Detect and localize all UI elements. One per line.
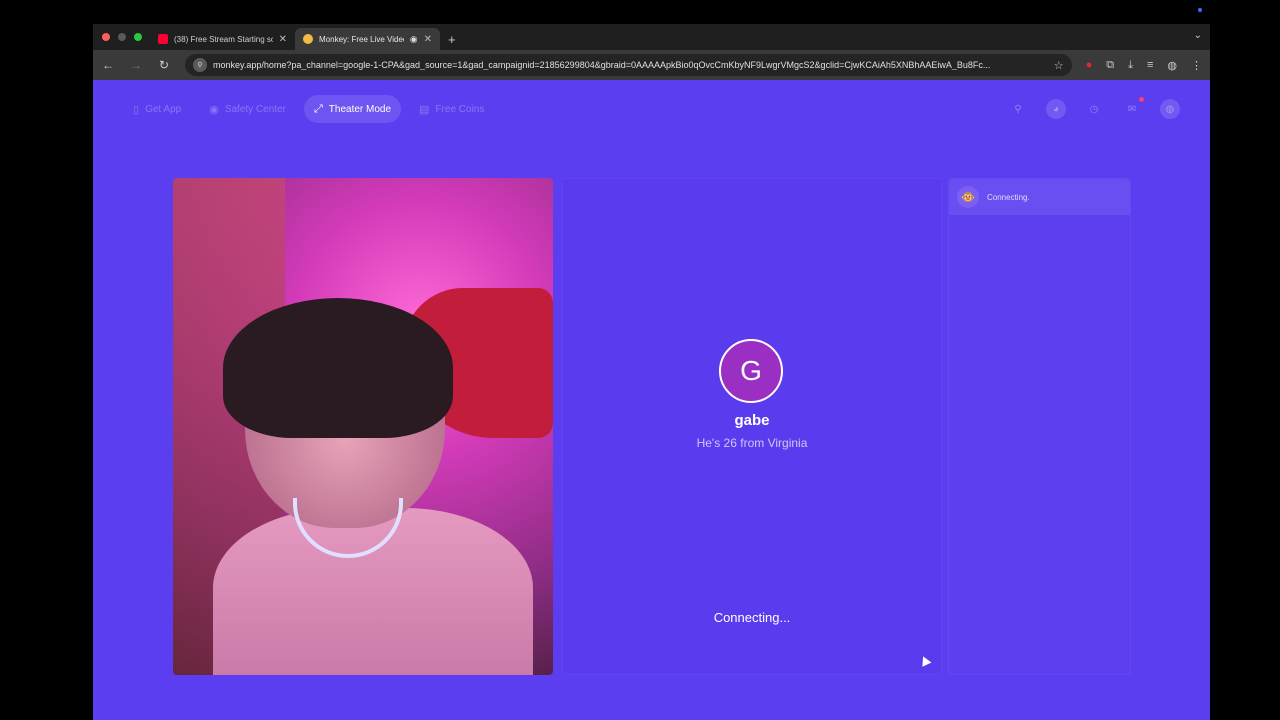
- close-window-button[interactable]: [102, 33, 110, 41]
- self-video-feed: [173, 178, 553, 675]
- history-icon[interactable]: ◷: [1084, 99, 1104, 119]
- system-indicator: [1198, 8, 1202, 12]
- nav-right-icons: ⚲ ◕ ◷ ✉ ◍: [1008, 97, 1180, 119]
- window-controls: [93, 24, 150, 50]
- nav-label: Get App: [145, 103, 182, 115]
- address-bar-row: ← → ↻ ⚲ monkey.app/home?pa_channel=googl…: [93, 50, 1210, 80]
- close-tab-icon[interactable]: ✕: [424, 34, 432, 45]
- bookmark-star-icon[interactable]: ☆: [1054, 59, 1064, 72]
- nav-label: Theater Mode: [328, 103, 392, 115]
- connecting-status: Connecting...: [713, 610, 791, 625]
- chat-icon[interactable]: ✉: [1122, 97, 1144, 119]
- nav-theater-mode[interactable]: ⤢ Theater Mode: [303, 95, 402, 123]
- extension-icon[interactable]: ●: [1086, 59, 1093, 71]
- search-icon[interactable]: ⚲: [1008, 99, 1028, 119]
- expand-icon: ⤢: [313, 102, 323, 115]
- tab-title: (38) Free Stream Starting so: [174, 34, 273, 44]
- app-navbar: ▯ Get App ◉ Safety Center ⤢ Theater Mode…: [93, 80, 1210, 138]
- browser-tab-youtube[interactable]: (38) Free Stream Starting so ✕: [150, 28, 295, 50]
- url-bar[interactable]: ⚲ monkey.app/home?pa_channel=google-1-CP…: [185, 54, 1072, 76]
- nav-get-app[interactable]: ▯ Get App: [123, 95, 191, 123]
- nav-label: Free Coins: [435, 103, 485, 115]
- new-tab-button[interactable]: +: [440, 28, 464, 50]
- remote-avatar: G: [719, 339, 783, 403]
- coin-icon: ▤: [419, 103, 430, 116]
- monkey-favicon-icon: [303, 34, 313, 44]
- recording-icon: ◉: [409, 33, 418, 44]
- browser-tab-monkey[interactable]: Monkey: Free Live Video ◉ ✕: [295, 28, 440, 50]
- user-avatar[interactable]: ◍: [1160, 99, 1180, 119]
- minimize-window-button[interactable]: [118, 33, 126, 41]
- browser-window: (38) Free Stream Starting so ✕ Monkey: F…: [93, 24, 1210, 720]
- remote-username: gabe: [734, 412, 770, 429]
- youtube-icon: [158, 34, 168, 44]
- chat-status: Connecting.: [987, 192, 1030, 202]
- chat-header: 🐵 Connecting.: [949, 179, 1130, 215]
- monkey-page: ▯ Get App ◉ Safety Center ⤢ Theater Mode…: [93, 80, 1210, 720]
- profile-icon[interactable]: ◕: [1046, 99, 1066, 119]
- phone-icon: ▯: [133, 103, 140, 116]
- monkey-logo-icon: 🐵: [957, 186, 979, 208]
- notification-dot: [1139, 97, 1144, 102]
- nav-safety-center[interactable]: ◉ Safety Center: [199, 95, 296, 123]
- browser-menu-icon[interactable]: ⋮: [1191, 59, 1202, 72]
- back-button[interactable]: ←: [101, 58, 115, 72]
- remote-video-panel: G gabe He's 26 from Virginia Connecting.…: [562, 178, 942, 675]
- reload-button[interactable]: ↻: [157, 58, 171, 72]
- tab-search-icon[interactable]: ⌄: [1194, 30, 1202, 41]
- video-stage: G gabe He's 26 from Virginia Connecting.…: [173, 178, 1136, 678]
- remote-description: He's 26 from Virginia: [696, 436, 808, 450]
- profile-avatar-icon[interactable]: ◍: [1167, 59, 1177, 72]
- person-hair: [223, 298, 453, 438]
- chat-panel: 🐵 Connecting.: [948, 178, 1131, 675]
- site-info-icon[interactable]: ⚲: [193, 58, 207, 72]
- extensions-puzzle-icon[interactable]: ⧉: [1106, 59, 1114, 72]
- tab-strip: (38) Free Stream Starting so ✕ Monkey: F…: [93, 24, 1210, 50]
- media-control-icon[interactable]: ≡: [1147, 59, 1153, 71]
- nav-label: Safety Center: [224, 103, 286, 115]
- forward-button[interactable]: →: [129, 58, 143, 72]
- url-text[interactable]: monkey.app/home?pa_channel=google-1-CPA&…: [213, 60, 1048, 70]
- nav-free-coins[interactable]: ▤ Free Coins: [409, 95, 494, 123]
- download-icon[interactable]: ⤓: [1128, 59, 1133, 72]
- zoom-window-button[interactable]: [134, 33, 142, 41]
- shield-icon: ◉: [209, 103, 219, 116]
- tab-title: Monkey: Free Live Video: [319, 34, 404, 44]
- close-tab-icon[interactable]: ✕: [279, 34, 287, 45]
